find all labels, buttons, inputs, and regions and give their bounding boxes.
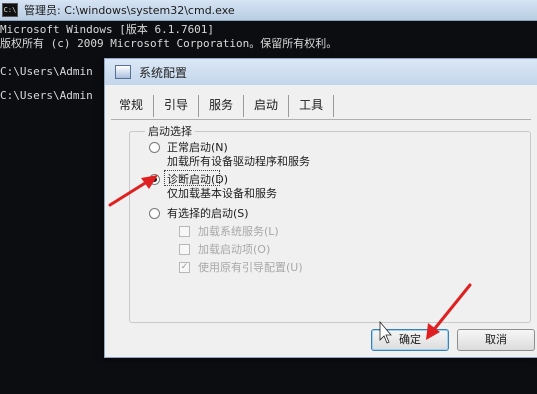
annotation-layer [108, 175, 472, 344]
mouse-cursor-icon [379, 320, 392, 344]
red-arrow-annotation [426, 283, 472, 340]
red-arrow-annotation [108, 175, 158, 207]
